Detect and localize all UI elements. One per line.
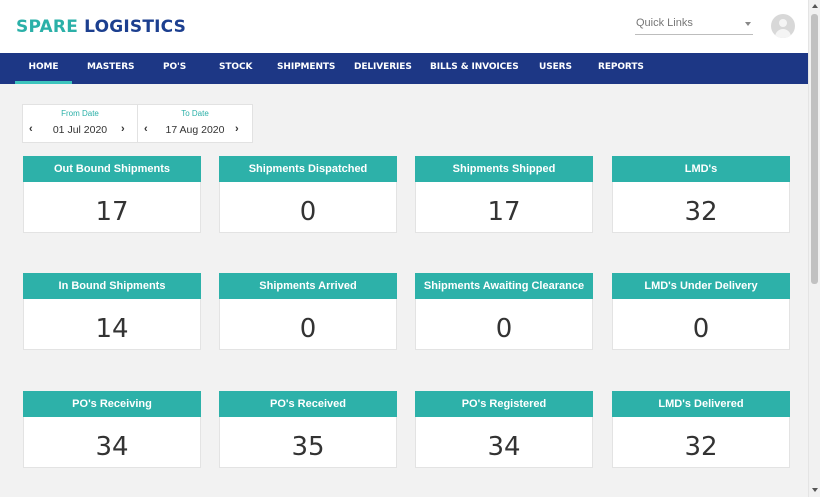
card-title: PO's Registered bbox=[415, 391, 593, 417]
nav-home[interactable]: HOME bbox=[15, 53, 72, 84]
chevron-right-icon[interactable]: › bbox=[235, 123, 239, 135]
to-date-label: To Date bbox=[181, 109, 209, 118]
scroll-up-arrow-icon[interactable] bbox=[812, 4, 818, 8]
stat-card-pos-received[interactable]: PO's Received 35 bbox=[219, 391, 397, 468]
card-value: 32 bbox=[684, 432, 718, 462]
chevron-down-icon bbox=[745, 22, 751, 26]
card-value: 17 bbox=[95, 197, 129, 227]
avatar-body bbox=[775, 29, 791, 38]
card-value: 17 bbox=[487, 197, 521, 227]
stat-card-outbound-shipments[interactable]: Out Bound Shipments 17 bbox=[23, 156, 201, 233]
stat-card-lmds[interactable]: LMD's 32 bbox=[612, 156, 790, 233]
stat-card-lmds-delivered[interactable]: LMD's Delivered 32 bbox=[612, 391, 790, 468]
nav-pos[interactable]: PO'S bbox=[163, 53, 186, 84]
nav-masters[interactable]: MASTERS bbox=[87, 53, 135, 84]
card-title: Shipments Awaiting Clearance bbox=[415, 273, 593, 299]
card-value: 14 bbox=[95, 314, 129, 344]
card-title: LMD's Under Delivery bbox=[612, 273, 790, 299]
card-title: PO's Received bbox=[219, 391, 397, 417]
stat-card-pos-receiving[interactable]: PO's Receiving 34 bbox=[23, 391, 201, 468]
card-value: 34 bbox=[95, 432, 129, 462]
from-date-value[interactable]: 01 Jul 2020 bbox=[23, 124, 137, 136]
user-avatar-icon[interactable] bbox=[771, 14, 795, 38]
stat-card-shipments-shipped[interactable]: Shipments Shipped 17 bbox=[415, 156, 593, 233]
scrollbar-thumb[interactable] bbox=[811, 14, 818, 284]
date-range-filter: From Date ‹ 01 Jul 2020 › To Date ‹ 17 A… bbox=[22, 104, 253, 143]
avatar-head bbox=[779, 19, 787, 27]
card-title: LMD's bbox=[612, 156, 790, 182]
card-value: 0 bbox=[495, 314, 513, 344]
stat-card-shipments-dispatched[interactable]: Shipments Dispatched 0 bbox=[219, 156, 397, 233]
to-date-picker: To Date ‹ 17 Aug 2020 › bbox=[138, 105, 252, 142]
main-nav: HOME MASTERS PO'S STOCK SHIPMENTS DELIVE… bbox=[0, 53, 808, 84]
from-date-label: From Date bbox=[61, 109, 99, 118]
card-title: In Bound Shipments bbox=[23, 273, 201, 299]
quick-links-select[interactable]: Quick Links bbox=[635, 15, 753, 35]
card-title: Shipments Arrived bbox=[219, 273, 397, 299]
card-value: 0 bbox=[299, 314, 317, 344]
stat-card-pos-registered[interactable]: PO's Registered 34 bbox=[415, 391, 593, 468]
nav-bills-invoices[interactable]: BILLS & INVOICES bbox=[430, 53, 519, 84]
card-title: LMD's Delivered bbox=[612, 391, 790, 417]
brand-logo[interactable]: SPARE LOGISTICS bbox=[16, 17, 186, 37]
card-value: 34 bbox=[487, 432, 521, 462]
stat-card-lmds-under-delivery[interactable]: LMD's Under Delivery 0 bbox=[612, 273, 790, 350]
card-title: Out Bound Shipments bbox=[23, 156, 201, 182]
quick-links-label: Quick Links bbox=[636, 17, 693, 29]
card-value: 0 bbox=[692, 314, 710, 344]
app-header: SPARE LOGISTICS Quick Links bbox=[0, 0, 808, 53]
card-value: 32 bbox=[684, 197, 718, 227]
card-title: Shipments Dispatched bbox=[219, 156, 397, 182]
card-value: 35 bbox=[291, 432, 325, 462]
nav-users[interactable]: USERS bbox=[539, 53, 572, 84]
nav-stock[interactable]: STOCK bbox=[219, 53, 252, 84]
chevron-right-icon[interactable]: › bbox=[121, 123, 125, 135]
scroll-down-arrow-icon[interactable] bbox=[812, 488, 818, 492]
card-title: PO's Receiving bbox=[23, 391, 201, 417]
stat-card-shipments-arrived[interactable]: Shipments Arrived 0 bbox=[219, 273, 397, 350]
nav-reports[interactable]: REPORTS bbox=[598, 53, 644, 84]
brand-logo-part1: SPARE bbox=[16, 17, 79, 37]
vertical-scrollbar[interactable] bbox=[808, 0, 820, 497]
from-date-picker: From Date ‹ 01 Jul 2020 › bbox=[23, 105, 138, 142]
brand-logo-part2: LOGISTICS bbox=[84, 17, 187, 37]
nav-deliveries[interactable]: DELIVERIES bbox=[354, 53, 412, 84]
stat-card-shipments-awaiting-clearance[interactable]: Shipments Awaiting Clearance 0 bbox=[415, 273, 593, 350]
stat-card-inbound-shipments[interactable]: In Bound Shipments 14 bbox=[23, 273, 201, 350]
card-title: Shipments Shipped bbox=[415, 156, 593, 182]
nav-shipments[interactable]: SHIPMENTS bbox=[277, 53, 335, 84]
card-value: 0 bbox=[299, 197, 317, 227]
